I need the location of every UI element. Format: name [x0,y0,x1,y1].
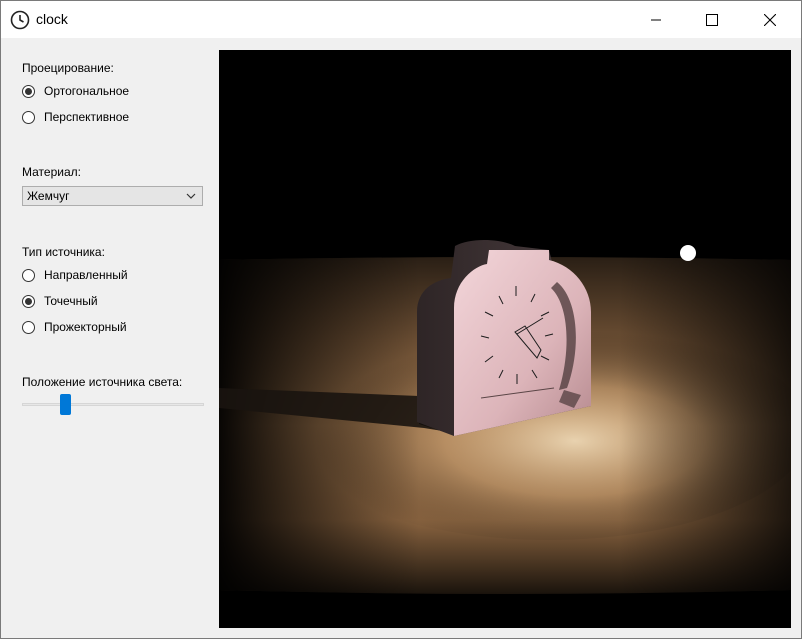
radio-label: Направленный [44,268,128,282]
minimize-button[interactable] [633,1,679,38]
title-bar: clock [1,1,801,38]
window-title: clock [36,11,68,27]
clock-icon [10,10,30,30]
radio-circle [22,294,35,308]
light-position-slider[interactable] [22,393,204,415]
radio-perspective[interactable]: Перспективное [22,108,129,126]
radio-label: Точечный [44,294,98,308]
material-label: Материал: [22,165,81,179]
radio-spotlight[interactable]: Прожекторный [22,318,127,336]
radio-circle [22,84,35,98]
chevron-down-icon [186,193,196,199]
close-icon [764,13,776,26]
material-value: Жемчуг [27,189,70,203]
scene-canvas [219,50,791,628]
app-window: clock Проецирование: Ортогональное Персп… [0,0,802,639]
radio-orthographic[interactable]: Ортогональное [22,82,129,100]
projection-label: Проецирование: [22,61,114,75]
radio-circle [22,110,35,124]
maximize-button[interactable] [689,1,735,38]
material-select[interactable]: Жемчуг [22,186,203,206]
radio-circle [22,268,35,282]
close-button[interactable] [747,1,793,38]
settings-panel: Проецирование: Ортогональное Перспективн… [1,38,217,638]
render-viewport[interactable] [219,50,791,628]
minimize-icon [651,19,661,20]
radio-label: Прожекторный [44,320,127,334]
light-source [680,245,696,261]
radio-label: Перспективное [44,110,130,124]
slider-track [22,403,204,406]
maximize-icon [706,13,718,26]
radio-label: Ортогональное [44,84,130,98]
radio-point[interactable]: Точечный [22,292,98,310]
light-position-label: Положение источника света: [22,375,183,389]
source-type-label: Тип источника: [22,245,105,259]
slider-thumb[interactable] [60,394,71,415]
radio-circle [22,320,35,334]
radio-directional[interactable]: Направленный [22,266,128,284]
